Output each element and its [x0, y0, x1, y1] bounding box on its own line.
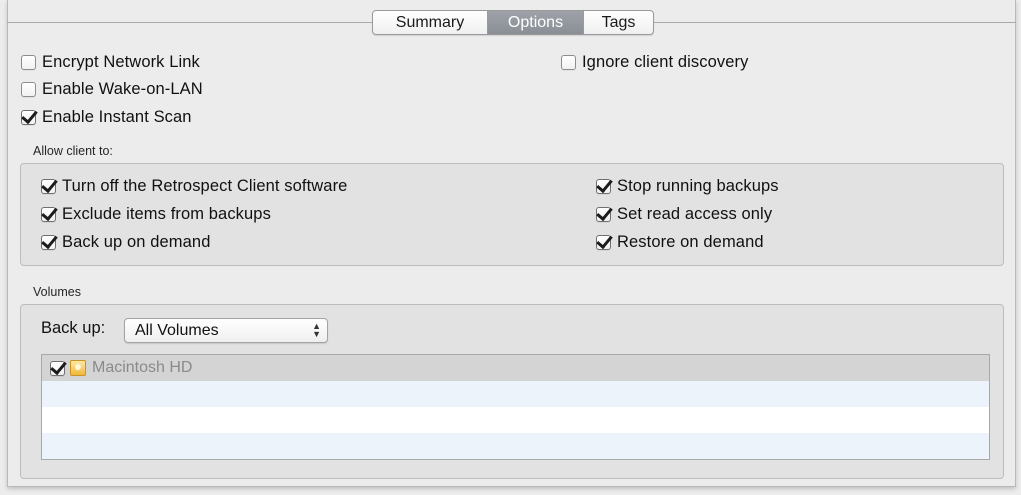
empty-row	[42, 381, 989, 407]
volumes-heading: Volumes	[33, 285, 81, 299]
exclude-items-label: Exclude items from backups	[62, 204, 271, 223]
ignore-client-discovery-label: Ignore client discovery	[582, 52, 749, 71]
back-up-on-demand-option[interactable]: Back up on demand	[41, 231, 210, 253]
tab-bar: Summary Options Tags	[372, 10, 654, 35]
back-up-on-demand-checkbox[interactable]	[41, 234, 56, 250]
turn-off-client-label: Turn off the Retrospect Client software	[62, 176, 348, 195]
allow-client-heading: Allow client to:	[33, 144, 113, 158]
back-up-on-demand-label: Back up on demand	[62, 232, 211, 251]
enable-wake-on-lan-option[interactable]: Enable Wake-on-LAN	[21, 78, 203, 100]
enable-instant-scan-option[interactable]: Enable Instant Scan	[21, 106, 192, 128]
turn-off-client-option[interactable]: Turn off the Retrospect Client software	[41, 175, 347, 197]
back-up-label: Back up:	[41, 319, 106, 337]
tab-options[interactable]: Options	[487, 11, 583, 34]
set-read-access-checkbox[interactable]	[596, 206, 611, 222]
exclude-items-option[interactable]: Exclude items from backups	[41, 203, 271, 225]
empty-row	[42, 407, 989, 433]
back-up-selected-value: All Volumes	[135, 321, 219, 339]
volume-row[interactable]: Macintosh HD	[42, 355, 989, 381]
stop-running-backups-checkbox[interactable]	[596, 178, 611, 194]
volume-name: Macintosh HD	[92, 359, 193, 376]
exclude-items-checkbox[interactable]	[41, 206, 56, 222]
volume-checkbox[interactable]	[50, 360, 65, 376]
stop-running-backups-label: Stop running backups	[617, 176, 779, 195]
set-read-access-option[interactable]: Set read access only	[596, 203, 772, 225]
stop-running-backups-option[interactable]: Stop running backups	[596, 175, 779, 197]
set-read-access-label: Set read access only	[617, 204, 773, 223]
ignore-client-discovery-checkbox[interactable]	[561, 54, 576, 70]
tab-tags[interactable]: Tags	[583, 11, 653, 34]
enable-instant-scan-label: Enable Instant Scan	[42, 107, 192, 126]
turn-off-client-checkbox[interactable]	[41, 178, 56, 194]
updown-arrows-icon: ▲ ▼	[312, 321, 321, 339]
tab-summary[interactable]: Summary	[373, 11, 487, 34]
enable-wake-on-lan-checkbox[interactable]	[21, 81, 36, 97]
encrypt-network-link-label: Encrypt Network Link	[42, 52, 200, 71]
empty-row	[42, 433, 989, 459]
hard-disk-icon	[70, 360, 86, 376]
encrypt-network-link-option[interactable]: Encrypt Network Link	[21, 51, 200, 73]
restore-on-demand-label: Restore on demand	[617, 232, 764, 251]
restore-on-demand-option[interactable]: Restore on demand	[596, 231, 764, 253]
enable-wake-on-lan-label: Enable Wake-on-LAN	[42, 79, 203, 98]
back-up-select[interactable]: All Volumes ▲ ▼	[124, 318, 328, 343]
enable-instant-scan-checkbox[interactable]	[21, 109, 36, 125]
encrypt-network-link-checkbox[interactable]	[21, 54, 36, 70]
ignore-client-discovery-option[interactable]: Ignore client discovery	[561, 51, 748, 73]
volume-list[interactable]: Macintosh HD	[41, 354, 990, 460]
restore-on-demand-checkbox[interactable]	[596, 234, 611, 250]
